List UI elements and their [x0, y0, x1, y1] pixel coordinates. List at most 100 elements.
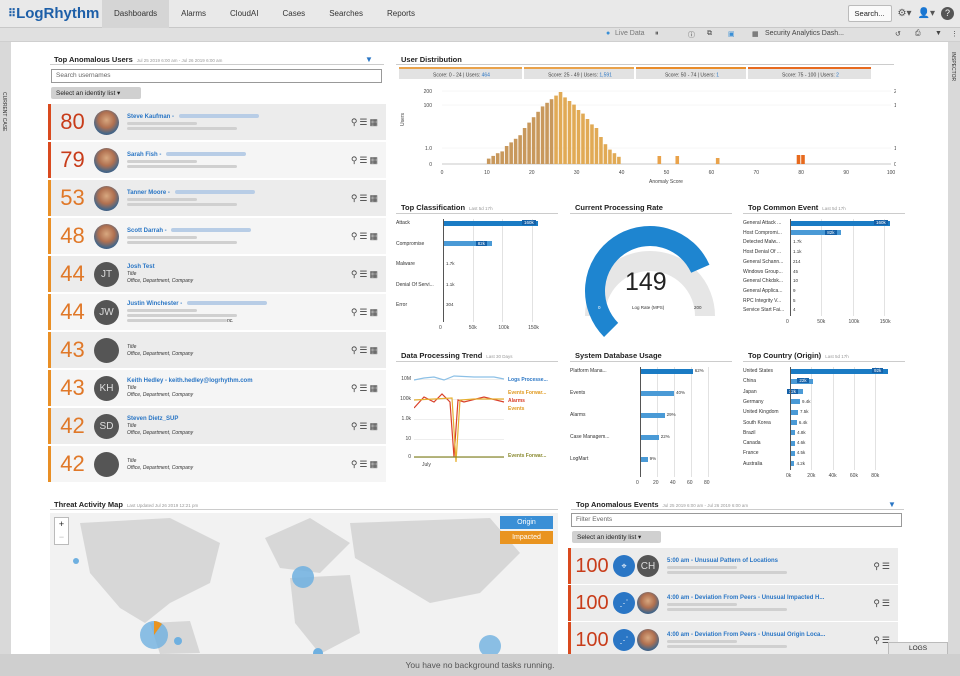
list-icon[interactable]: ☰	[359, 459, 369, 469]
list-icon[interactable]: ☰	[359, 231, 369, 241]
event-row[interactable]: 100 ⋰ 4:00 am - Deviation From Peers - Unu…	[568, 622, 898, 658]
origin-toggle[interactable]: Origin	[500, 516, 553, 529]
user-name[interactable]: Sarah Fish -	[127, 152, 327, 158]
user-name[interactable]: Justin Winchester -	[127, 301, 327, 307]
user-row[interactable]: 44 JT Josh Test Title Office, Department, Co…	[48, 256, 386, 292]
search-usernames-input[interactable]: Search usernames	[51, 69, 382, 83]
bar[interactable]	[640, 412, 665, 418]
user-name[interactable]: Steven Dietz_SUP	[127, 416, 327, 422]
filter-icon[interactable]: ▼	[935, 30, 942, 37]
case-icon[interactable]: ▦	[369, 383, 380, 393]
tab-cloudai[interactable]: CloudAI	[218, 0, 270, 28]
zoom-in-button[interactable]: +	[55, 518, 68, 531]
category-label: Windows Group...	[743, 268, 783, 275]
user-row[interactable]: 80 Steve Kaufman - ⚲☰▦	[48, 104, 386, 140]
case-icon[interactable]: ▦	[369, 421, 380, 431]
events-identity-list-select[interactable]: Select an identity list ▾	[572, 531, 661, 543]
list-icon[interactable]: ☰	[359, 421, 369, 431]
series-legend: Events	[508, 406, 525, 412]
refresh-icon[interactable]: ↺	[895, 30, 901, 38]
redacted-user	[667, 566, 737, 569]
layout-icon[interactable]: ⧉	[707, 30, 712, 38]
case-icon[interactable]: ▦	[369, 269, 380, 279]
event-row[interactable]: 100 ⌖ CH 5:00 am - Unusual Pattern of Locat…	[568, 548, 898, 584]
user-office: Office, Department, Company	[127, 392, 194, 398]
user-name[interactable]: Keith Hedley - keith.hedley@logrhythm.co…	[127, 378, 327, 384]
more-icon[interactable]: ⋮	[951, 30, 958, 38]
case-icon[interactable]: ▦	[369, 459, 380, 469]
user-row[interactable]: 42 SD Steven Dietz_SUP Title Office, Departm…	[48, 408, 386, 444]
bar[interactable]	[790, 399, 800, 405]
info-icon[interactable]: ⓘ	[688, 30, 695, 40]
threat-activity-map[interactable]: + − Origin Impacted	[50, 513, 558, 654]
user-row[interactable]: 43 Title Office, Department, Company ⚲☰▦	[48, 332, 386, 368]
bar[interactable]	[790, 409, 798, 415]
list-icon[interactable]: ☰	[359, 383, 369, 393]
layout-name[interactable]: Security Analytics Dash...	[765, 30, 844, 37]
filter-icon[interactable]: ▼	[365, 55, 373, 64]
event-name[interactable]: 4:00 am - Deviation From Peers - Unusual…	[667, 595, 847, 601]
user-row[interactable]: 48 Scott Darrah - ⚲☰▦	[48, 218, 386, 254]
filter-events-input[interactable]: Filter Events	[571, 513, 902, 527]
user-row[interactable]: 42 Title Office, Department, Company ⚲☰▦	[48, 446, 386, 482]
event-name[interactable]: 4:00 am - Deviation From Peers - Unusual…	[667, 632, 847, 638]
zoom-out-button[interactable]: −	[55, 531, 68, 544]
user-row[interactable]: 44 JW Justin Winchester - nc. ⚲☰▦	[48, 294, 386, 330]
user-menu-icon[interactable]: 👤▾	[918, 8, 935, 19]
user-name[interactable]: Josh Test	[127, 264, 327, 270]
user-row[interactable]: 43 KH Keith Hedley - keith.hedley@logrhyth…	[48, 370, 386, 406]
tab-reports[interactable]: Reports	[375, 0, 427, 28]
user-name[interactable]: Scott Darrah -	[127, 228, 327, 234]
x-tick: 40k	[828, 473, 837, 479]
case-icon[interactable]: ▦	[369, 193, 380, 203]
help-icon[interactable]: ?	[941, 7, 954, 20]
search-icon[interactable]: ⚲	[873, 598, 882, 608]
logrhythm-logo[interactable]: ⠿ LogRhythm	[8, 5, 99, 22]
tab-cases[interactable]: Cases	[271, 0, 318, 28]
event-info: 5:00 am - Unusual Pattern of Locations	[667, 558, 847, 574]
user-row[interactable]: 53 Tanner Moore - ⚲☰▦	[48, 180, 386, 216]
tab-searches[interactable]: Searches	[317, 0, 375, 28]
events-filter-icon[interactable]: ▼	[888, 500, 896, 509]
search-icon[interactable]: ⚲	[873, 635, 882, 645]
case-icon[interactable]: ▦	[369, 231, 380, 241]
search-icon[interactable]: ⚲	[873, 561, 882, 571]
impacted-toggle[interactable]: Impacted	[500, 531, 553, 544]
bar[interactable]	[640, 368, 693, 374]
tab-alarms[interactable]: Alarms	[169, 0, 218, 28]
live-data-label[interactable]: Live Data	[615, 30, 645, 37]
event-name[interactable]: 5:00 am - Unusual Pattern of Locations	[667, 558, 847, 564]
user-name[interactable]: Tanner Moore -	[127, 190, 327, 196]
event-row[interactable]: 100 ⋰ 4:00 am - Deviation From Peers - Unu…	[568, 585, 898, 621]
current-case-rail[interactable]: CURRENT CASE	[0, 42, 11, 654]
list-icon[interactable]: ☰	[359, 269, 369, 279]
inspector-rail[interactable]: INSPECTOR	[948, 42, 960, 654]
series-legend: Events Forwar...	[508, 390, 547, 396]
user-name[interactable]: Steve Kaufman -	[127, 114, 327, 120]
list-icon[interactable]: ☰	[882, 561, 892, 571]
list-icon[interactable]: ☰	[359, 193, 369, 203]
list-icon[interactable]: ☰	[359, 155, 369, 165]
bar[interactable]	[640, 390, 674, 396]
lock-icon[interactable]: ▣	[728, 30, 735, 38]
pause-icon[interactable]: ⏸	[655, 30, 659, 38]
user-row[interactable]: 79 Sarah Fish - ⚲☰▦	[48, 142, 386, 178]
list-icon[interactable]: ☰	[359, 345, 369, 355]
search-button[interactable]: Search...	[847, 5, 892, 22]
list-icon[interactable]: ☰	[882, 598, 892, 608]
case-icon[interactable]: ▦	[369, 117, 380, 127]
case-icon[interactable]: ▦	[369, 155, 380, 165]
bar[interactable]	[790, 420, 797, 425]
bar[interactable]	[640, 434, 659, 440]
tab-dashboards[interactable]: Dashboards	[102, 0, 170, 28]
bar[interactable]	[640, 456, 648, 462]
y-tick: 100	[424, 103, 433, 109]
list-icon[interactable]: ☰	[359, 117, 369, 127]
settings-sliders-icon[interactable]: ⚙▾	[898, 8, 912, 19]
case-icon[interactable]: ▦	[369, 307, 380, 317]
print-icon[interactable]: ⎙	[915, 30, 921, 38]
identity-list-select[interactable]: Select an identity list ▾	[51, 87, 141, 99]
category-label: General Attack ...	[743, 220, 782, 226]
list-icon[interactable]: ☰	[359, 307, 369, 317]
case-icon[interactable]: ▦	[369, 345, 380, 355]
